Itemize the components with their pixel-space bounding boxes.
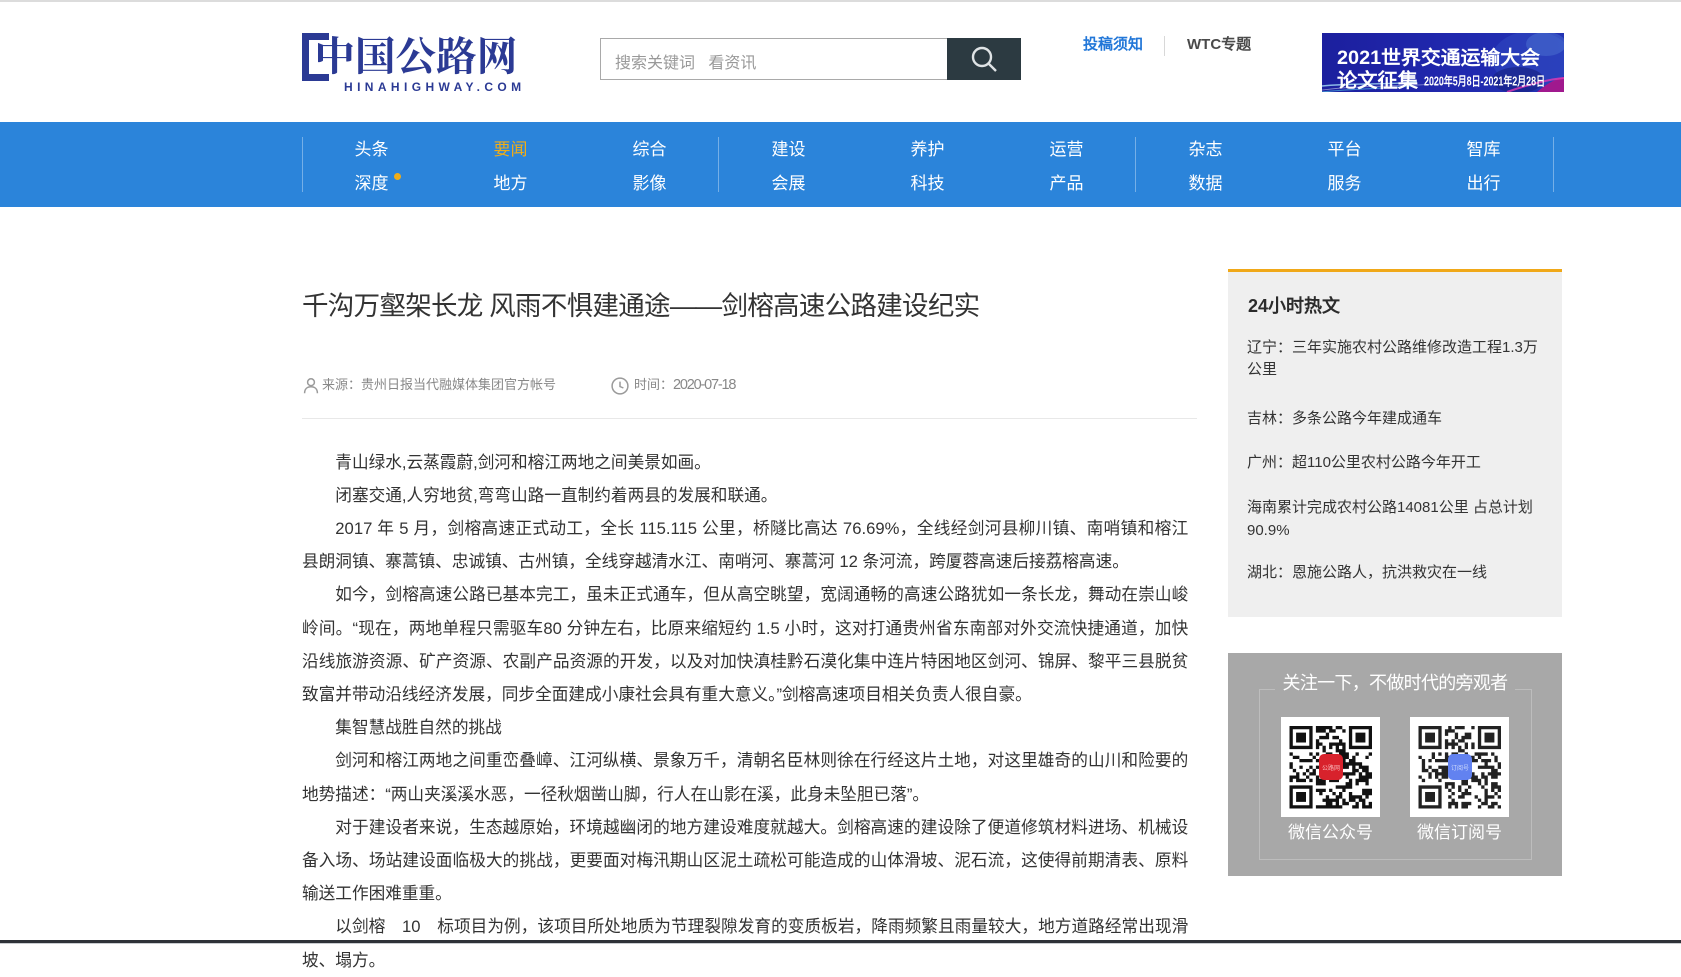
svg-text:2020年5月8日-2021年2月28日: 2020年5月8日-2021年2月28日	[1424, 74, 1545, 89]
svg-text:论文征集: 论文征集	[1337, 69, 1419, 92]
svg-text:订阅号: 订阅号	[1451, 764, 1469, 772]
svg-text:公路网: 公路网	[1322, 764, 1340, 772]
svg-text:2021世界交通运输大会: 2021世界交通运输大会	[1337, 46, 1540, 69]
